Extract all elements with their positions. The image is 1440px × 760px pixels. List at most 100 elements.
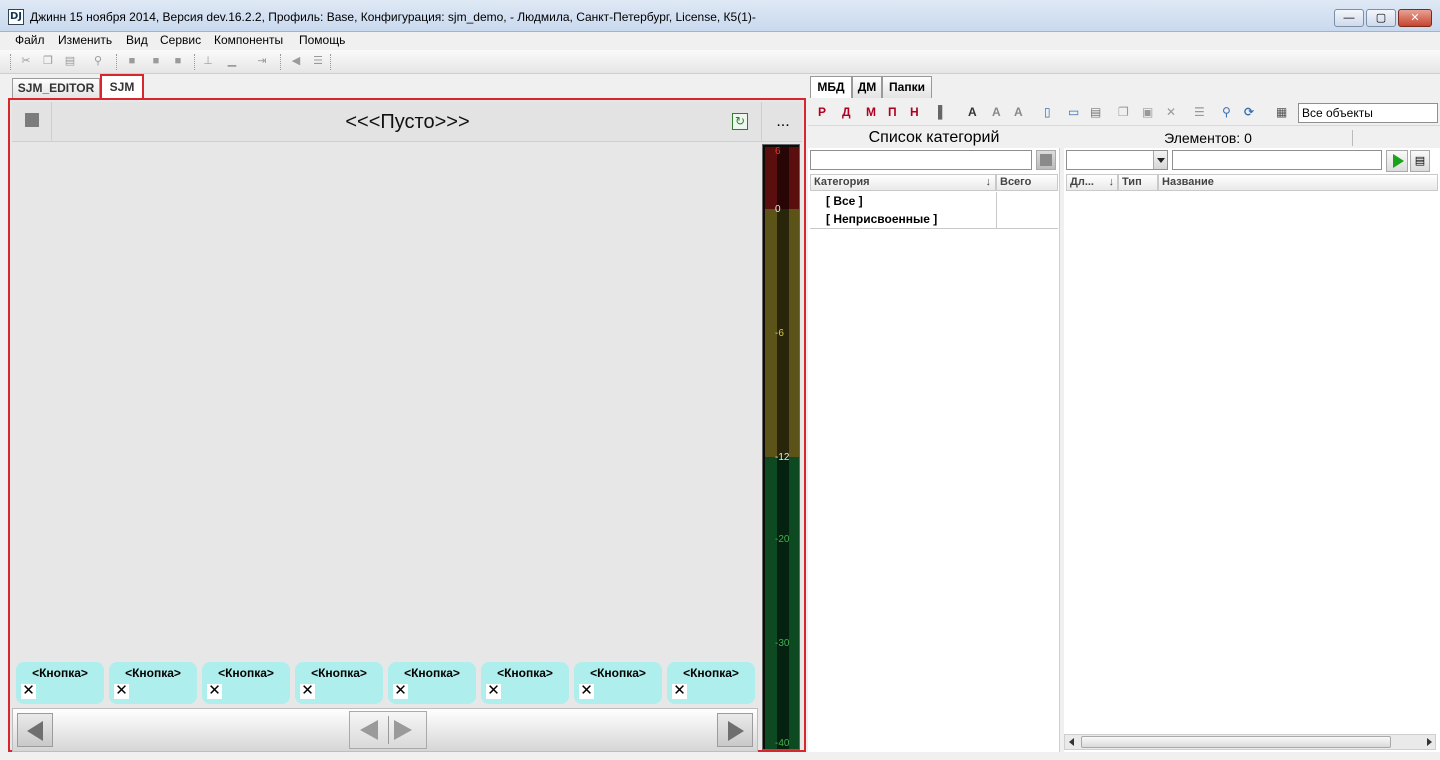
filter-r-button[interactable]: Р (818, 104, 826, 120)
tab-sjm-editor[interactable]: SJM_EDITOR (12, 78, 100, 98)
align-icon[interactable]: ■ (126, 55, 138, 68)
category-filter-button[interactable] (1036, 150, 1056, 170)
column-type[interactable]: Тип (1118, 174, 1158, 191)
menu-service[interactable]: Сервис (160, 33, 201, 47)
element-type-combo[interactable] (1066, 150, 1168, 170)
filter-d-button[interactable]: Д (842, 104, 851, 120)
cut-icon[interactable]: ✂ (20, 55, 32, 68)
align-right-icon[interactable]: ■ (172, 55, 184, 68)
close-icon[interactable]: ✕ (21, 683, 36, 699)
font-reset-button[interactable]: A (1014, 104, 1023, 120)
channel-button[interactable]: <Кнопка> ✕ (16, 662, 104, 704)
toolbar-separator (330, 54, 333, 70)
column-name[interactable]: Название (1158, 174, 1438, 191)
channel-button-label: <Кнопка> (218, 666, 274, 680)
menu-edit[interactable]: Изменить (58, 33, 112, 47)
toolbar-separator (280, 54, 283, 70)
close-icon[interactable]: ✕ (393, 683, 408, 699)
chevron-down-icon[interactable] (1153, 151, 1167, 169)
font-down-button[interactable]: A (992, 104, 1001, 120)
refresh-icon[interactable]: ↻ (732, 113, 748, 130)
volume-icon[interactable]: ◀ (290, 55, 302, 68)
meter-tick: -6 (775, 328, 784, 339)
close-icon[interactable]: ✕ (672, 683, 687, 699)
close-icon[interactable]: ✕ (579, 683, 594, 699)
close-icon[interactable]: ✕ (300, 683, 315, 699)
column-duration[interactable]: Дл... ↓ (1066, 174, 1118, 191)
document-icon[interactable]: ▌ (938, 104, 947, 120)
main-toolbar: ✂ ❐ ▤ ⚲ ■ ■ ■ ⊥ ▁ ⇥ ◀ ☰ (0, 50, 1440, 74)
menu-view[interactable]: Вид (126, 33, 148, 47)
meter-tick: -20 (775, 534, 790, 545)
play-button[interactable] (1386, 150, 1408, 172)
grid-icon[interactable]: ▦ (1276, 104, 1287, 120)
list-icon[interactable]: ☰ (312, 55, 324, 68)
scroll-left-icon[interactable] (1069, 738, 1074, 746)
next-button[interactable] (717, 713, 753, 747)
properties-icon[interactable]: ▤ (1090, 104, 1101, 120)
new-file-icon[interactable]: ▯ (1044, 104, 1051, 120)
player-title: <<<Пусто>>> (54, 102, 762, 142)
tab-sjm[interactable]: SJM (100, 74, 144, 98)
menu-file[interactable]: Файл (15, 33, 45, 47)
category-unassigned[interactable]: [ Неприсвоенные ] (826, 212, 937, 226)
column-total[interactable]: Всего (996, 174, 1058, 191)
tab-mbd[interactable]: МБД (810, 76, 852, 98)
previous-button[interactable] (17, 713, 53, 747)
list-icon[interactable]: ☰ (1194, 104, 1205, 120)
close-icon[interactable]: ✕ (114, 683, 129, 699)
find-icon[interactable]: ⚲ (92, 55, 104, 68)
delete-icon[interactable]: ✕ (1166, 104, 1176, 120)
minimize-button[interactable]: — (1334, 9, 1364, 27)
tab-folders[interactable]: Папки (882, 76, 932, 98)
scroll-right-icon[interactable] (1427, 738, 1432, 746)
paste-icon[interactable]: ▣ (1142, 104, 1153, 120)
channel-button[interactable]: <Кнопка> ✕ (295, 662, 383, 704)
column-category[interactable]: Категория ↓ (810, 174, 996, 191)
tab-dm[interactable]: ДМ (852, 76, 882, 98)
close-icon[interactable]: ✕ (486, 683, 501, 699)
object-filter-select[interactable]: Все объекты (1298, 103, 1438, 123)
stop-button[interactable] (12, 102, 52, 142)
left-arrow-icon (27, 721, 43, 741)
scrollbar-thumb[interactable] (1081, 736, 1391, 748)
align-center-icon[interactable]: ■ (150, 55, 162, 68)
channel-button[interactable]: <Кнопка> ✕ (202, 662, 290, 704)
meter-tick: -12 (775, 452, 790, 463)
folder-icon[interactable]: ▭ (1068, 104, 1079, 120)
move-end-icon[interactable]: ⇥ (256, 55, 268, 68)
align-base-icon[interactable]: ▁ (226, 55, 238, 68)
copy-icon[interactable]: ❐ (42, 55, 54, 68)
element-search-input[interactable] (1172, 150, 1382, 170)
column-divider (996, 192, 997, 228)
align-bottom-icon[interactable]: ⊥ (202, 55, 214, 68)
filter-m-button[interactable]: М (866, 104, 876, 120)
menu-components[interactable]: Компоненты (214, 33, 283, 47)
font-up-button[interactable]: A (968, 104, 977, 120)
close-button[interactable]: ✕ (1398, 9, 1432, 27)
categories-header: Список категорий (808, 128, 1060, 148)
channel-button[interactable]: <Кнопка> ✕ (481, 662, 569, 704)
sync-icon[interactable]: ⟳ (1244, 104, 1254, 120)
search-icon[interactable]: ⚲ (1222, 104, 1231, 120)
filter-n-button[interactable]: Н (910, 104, 919, 120)
channel-button[interactable]: <Кнопка> ✕ (109, 662, 197, 704)
maximize-button[interactable]: ▢ (1366, 9, 1396, 27)
channel-button-label: <Кнопка> (125, 666, 181, 680)
stop-icon (25, 113, 39, 127)
menu-help[interactable]: Помощь (299, 33, 345, 47)
list-view-button[interactable]: ▤ (1410, 150, 1430, 172)
more-button[interactable]: ... (764, 108, 802, 136)
paste-icon[interactable]: ▤ (64, 55, 76, 68)
channel-button[interactable]: <Кнопка> ✕ (667, 662, 755, 704)
horizontal-scrollbar[interactable] (1064, 734, 1436, 750)
filter-p-button[interactable]: П (888, 104, 897, 120)
category-all[interactable]: [ Все ] (826, 194, 863, 208)
copy-icon[interactable]: ❐ (1118, 104, 1129, 120)
meter-tick: -30 (775, 638, 790, 649)
close-icon[interactable]: ✕ (207, 683, 222, 699)
category-filter-input[interactable] (810, 150, 1032, 170)
step-control[interactable] (349, 711, 427, 749)
channel-button[interactable]: <Кнопка> ✕ (574, 662, 662, 704)
channel-button[interactable]: <Кнопка> ✕ (388, 662, 476, 704)
